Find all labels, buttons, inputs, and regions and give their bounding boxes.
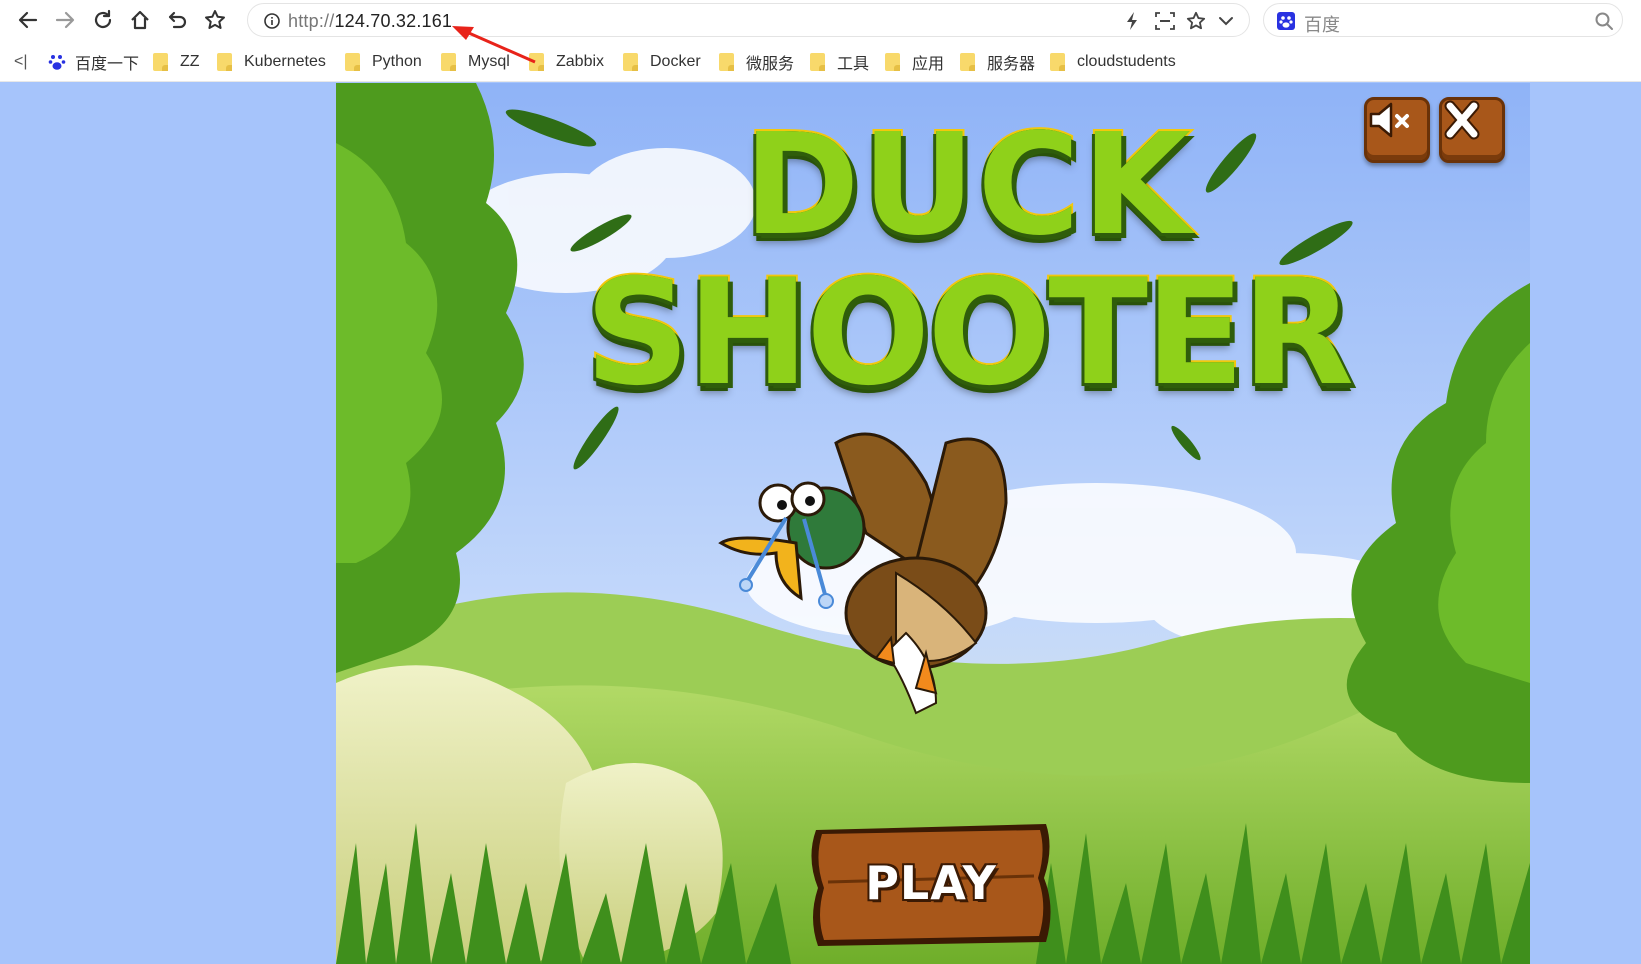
bookmark-label: 微服务: [746, 56, 795, 73]
forward-button[interactable]: [50, 6, 80, 34]
url-text[interactable]: http://124.70.32.161: [288, 11, 452, 32]
site-info-icon[interactable]: [260, 10, 284, 32]
home-icon: [131, 10, 149, 30]
close-icon: [1444, 100, 1480, 140]
bookmark-baidu[interactable]: 百度一下: [48, 51, 139, 73]
folder-icon: [623, 53, 638, 71]
url-scheme: http://: [288, 11, 335, 31]
folder-icon: [217, 53, 232, 71]
close-button[interactable]: [1439, 97, 1505, 163]
folder-icon: [960, 53, 975, 71]
lightning-icon[interactable]: [1120, 10, 1144, 32]
bookmark-star-icon[interactable]: [1184, 10, 1208, 32]
screenshot-icon[interactable]: [1153, 10, 1177, 32]
url-host: 124.70.32.161: [334, 11, 453, 31]
bookmark-label: 百度一下: [75, 56, 140, 73]
back-icon: [18, 11, 38, 29]
address-bar[interactable]: http://124.70.32.161: [247, 3, 1250, 37]
bookmark-label: Docker: [650, 53, 701, 70]
speaker-mute-icon: [1369, 102, 1409, 138]
undo-button[interactable]: [163, 6, 193, 34]
undo-icon: [168, 11, 187, 29]
bookmark-label: Mysql: [468, 53, 510, 70]
game-title-shooter: SHOOTER: [583, 248, 1356, 418]
bookmark-folder-servers[interactable]: 服务器: [960, 51, 1035, 73]
search-box[interactable]: 百度: [1263, 3, 1623, 37]
bookmark-folder-kubernetes[interactable]: Kubernetes: [217, 51, 326, 73]
bookmark-label: 工具: [837, 56, 870, 73]
baidu-logo-icon: [1274, 10, 1298, 32]
forward-icon: [55, 11, 75, 29]
bookmark-folder-cloudstudents[interactable]: cloudstudents: [1050, 51, 1176, 73]
chevron-down-icon[interactable]: [1214, 10, 1238, 32]
bookmark-folder-zabbix[interactable]: Zabbix: [529, 51, 604, 73]
folder-icon: [885, 53, 900, 71]
game-canvas[interactable]: DUCK SHOOTER PLAY: [336, 83, 1530, 964]
bookmark-label: Zabbix: [556, 53, 605, 70]
bookmark-folder-docker[interactable]: Docker: [623, 51, 701, 73]
bookmark-label: Python: [372, 53, 422, 70]
folder-icon: [719, 53, 734, 71]
bookmark-label: ZZ: [180, 53, 200, 70]
bookmark-label: 应用: [912, 56, 945, 73]
bookmark-folder-apps[interactable]: 应用: [885, 51, 944, 73]
bookmark-folder-mysql[interactable]: Mysql: [441, 51, 510, 73]
folder-icon: [153, 53, 168, 71]
folder-icon: [441, 53, 456, 71]
bookmarks-collapse-button[interactable]: <|: [14, 51, 28, 73]
home-button[interactable]: [125, 6, 155, 34]
star-icon: [205, 10, 225, 29]
reload-icon: [94, 9, 112, 29]
baidu-paw-icon: [48, 55, 66, 70]
folder-icon: [1050, 53, 1065, 71]
search-engine-label: 百度: [1304, 15, 1340, 35]
play-label: PLAY: [865, 856, 997, 910]
bookmark-folder-tools[interactable]: 工具: [810, 51, 869, 73]
play-button[interactable]: PLAY: [806, 818, 1056, 948]
mute-button[interactable]: [1364, 97, 1430, 163]
browser-toolbar: http://124.70.32.161 百度: [0, 0, 1641, 40]
back-button[interactable]: [13, 6, 43, 34]
bookmark-folder-zz[interactable]: ZZ: [153, 51, 200, 73]
bookmark-label: cloudstudents: [1077, 53, 1176, 70]
bookmark-folder-python[interactable]: Python: [345, 51, 422, 73]
bookmarks-bar: <| 百度一下 ZZ Kubernetes Python Mysql Zabbi…: [0, 40, 1641, 82]
bookmark-label: Kubernetes: [244, 53, 326, 70]
folder-icon: [529, 53, 544, 71]
folder-icon: [810, 53, 825, 71]
game-title-duck: DUCK: [741, 104, 1193, 267]
bookmark-folder-microservices[interactable]: 微服务: [719, 51, 794, 73]
reload-button[interactable]: [88, 6, 118, 34]
bookmark-label: 服务器: [987, 56, 1036, 73]
folder-icon: [345, 53, 360, 71]
search-icon[interactable]: [1592, 10, 1616, 32]
favorite-button[interactable]: [200, 6, 230, 34]
